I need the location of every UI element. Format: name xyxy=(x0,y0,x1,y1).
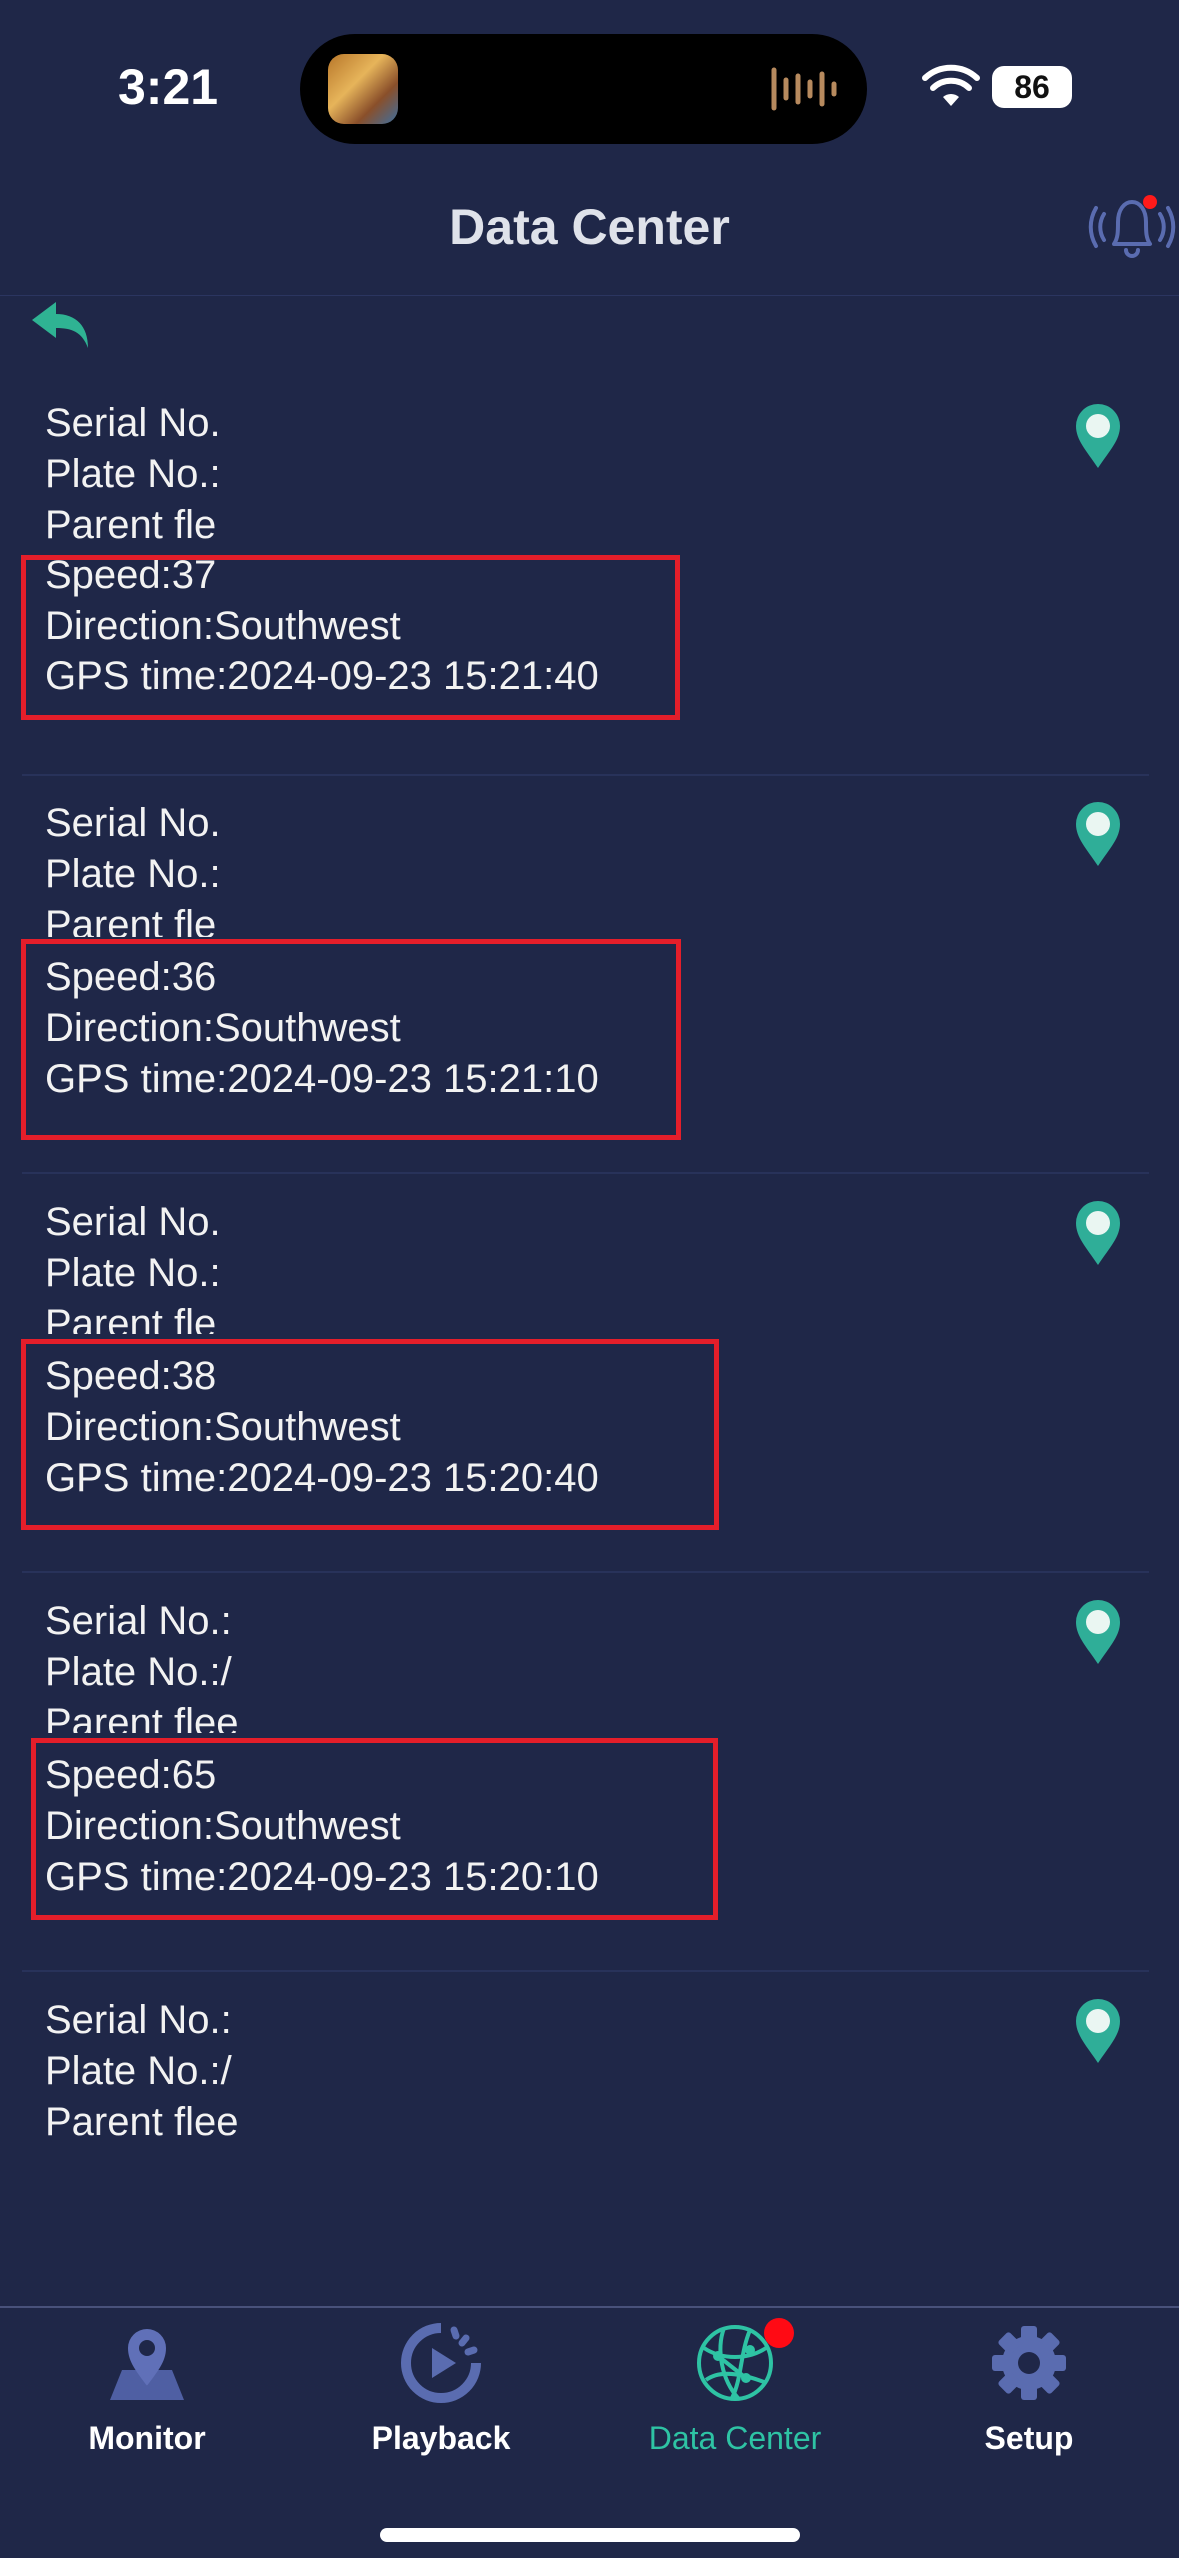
serial-no-label: Serial No. xyxy=(45,801,221,845)
list-item[interactable]: Serial No. Plate No.: Parent fle Speed:3… xyxy=(0,1175,1179,1573)
battery-tip xyxy=(1066,78,1072,96)
location-pin-icon[interactable] xyxy=(1070,400,1126,470)
parent-fleet-label: Parent flee xyxy=(45,2100,237,2144)
parent-fleet-label: Parent fle xyxy=(45,1302,217,1334)
location-pin-icon[interactable] xyxy=(1070,1197,1126,1267)
home-indicator[interactable] xyxy=(380,2528,800,2542)
highlight-box xyxy=(21,1339,719,1530)
highlight-box xyxy=(21,555,680,720)
divider xyxy=(22,1172,1149,1174)
divider xyxy=(22,1571,1149,1573)
tab-data-center-label: Data Center xyxy=(648,2420,822,2456)
tab-setup-label: Setup xyxy=(984,2420,1074,2456)
gear-icon xyxy=(992,2326,1066,2400)
location-pin-icon[interactable] xyxy=(1070,1596,1126,1666)
serial-no-label: Serial No.: xyxy=(45,1998,232,2042)
list-item[interactable]: Serial No. Plate No.: Parent fle Speed:3… xyxy=(0,776,1179,1174)
tab-setup[interactable]: Setup xyxy=(882,2308,1176,2478)
map-pin-icon xyxy=(110,2329,184,2400)
battery-level: 86 xyxy=(992,66,1072,108)
tab-monitor-label: Monitor xyxy=(88,2420,206,2456)
tab-data-center[interactable]: Data Center xyxy=(588,2308,882,2478)
tab-playback[interactable]: Playback xyxy=(294,2308,588,2478)
plate-no-label: Plate No.: xyxy=(45,452,221,496)
alarm-bell-icon[interactable] xyxy=(1084,180,1179,275)
notification-dot xyxy=(764,2318,794,2348)
audio-waveform-icon xyxy=(771,67,837,111)
dynamic-island[interactable] xyxy=(300,34,867,144)
status-bar: 3:21 86 xyxy=(0,0,1179,150)
location-pin-icon[interactable] xyxy=(1070,798,1126,868)
highlight-box xyxy=(31,1738,718,1920)
highlight-box xyxy=(21,939,681,1140)
now-playing-artwork-icon[interactable] xyxy=(328,54,398,124)
wifi-icon xyxy=(922,64,980,106)
tab-playback-label: Playback xyxy=(371,2420,511,2456)
list-item[interactable]: Serial No.: Plate No.:/ Parent flee Spee… xyxy=(0,1574,1179,1972)
list-item[interactable]: Serial No. Plate No.: Parent fle Speed:3… xyxy=(0,378,1179,776)
playback-icon xyxy=(401,2323,481,2403)
serial-no-label: Serial No. xyxy=(45,401,221,445)
plate-no-label: Plate No.:/ xyxy=(45,2049,232,2093)
parent-fleet-label: Parent fle xyxy=(45,503,217,547)
parent-fleet-label: Parent flee xyxy=(45,1701,237,1733)
location-pin-icon[interactable] xyxy=(1070,1995,1126,2065)
plate-no-label: Plate No.:/ xyxy=(45,1650,232,1694)
parent-fleet-label: Parent fle xyxy=(45,903,217,937)
status-time: 3:21 xyxy=(118,59,219,115)
tab-bar: Monitor Playback Data Center Setup xyxy=(0,2306,1179,2558)
plate-no-label: Plate No.: xyxy=(45,1251,221,1295)
serial-no-label: Serial No. xyxy=(45,1200,221,1244)
plate-no-label: Plate No.: xyxy=(45,852,221,896)
back-arrow-icon[interactable] xyxy=(26,294,96,354)
serial-no-label: Serial No.: xyxy=(45,1599,232,1643)
divider xyxy=(22,1970,1149,1972)
nav-header: Data Center xyxy=(0,150,1179,296)
page-title: Data Center xyxy=(449,199,730,255)
tab-monitor[interactable]: Monitor xyxy=(0,2308,294,2478)
list-item[interactable]: Serial No.: Plate No.:/ Parent flee xyxy=(0,1973,1179,2273)
